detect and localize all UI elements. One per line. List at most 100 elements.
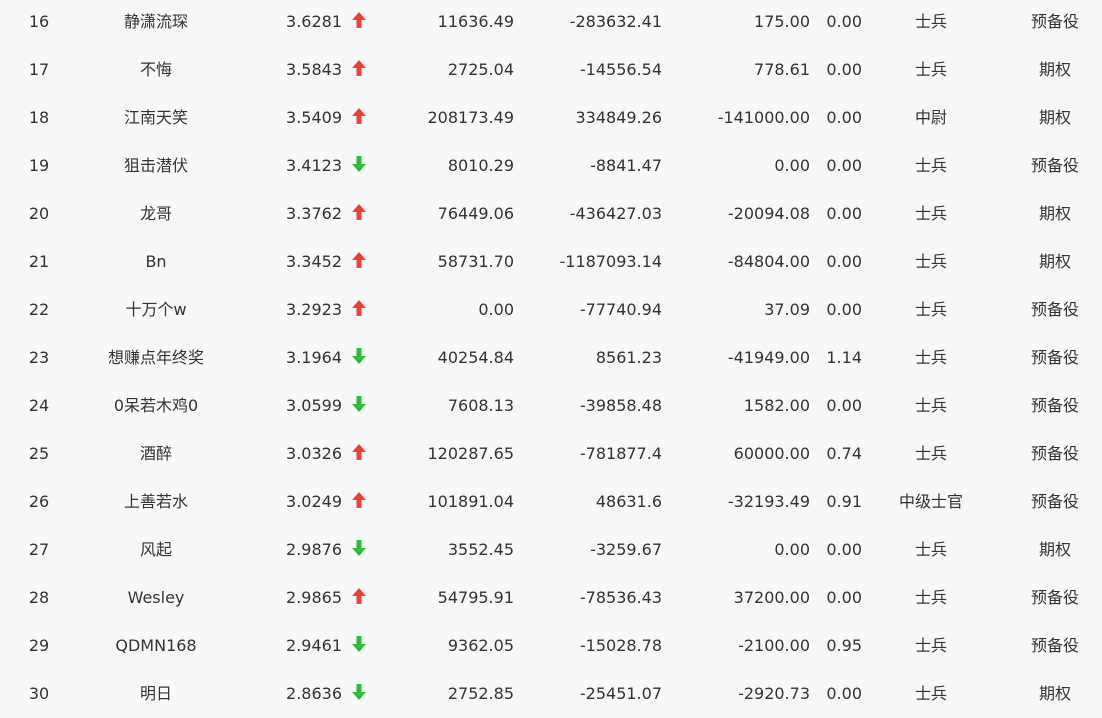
value-1-cell: 208173.49 bbox=[427, 108, 514, 127]
account-type-cell: 期权 bbox=[1038, 252, 1071, 271]
value-2-cell: 8561.23 bbox=[595, 348, 662, 367]
value-4-cell: 0.00 bbox=[826, 396, 862, 415]
arrow-down-icon bbox=[352, 635, 366, 652]
rank-cell: 18 bbox=[28, 108, 50, 127]
trend-cell bbox=[348, 238, 370, 286]
account-type-cell: 预备役 bbox=[1030, 444, 1079, 463]
table-row[interactable]: 21 Bn 3.3452 58731.70 -1187093.14 -84804… bbox=[0, 238, 1102, 286]
table-row[interactable]: 26 上善若水 3.0249 101891.04 48631.6 -32193.… bbox=[0, 478, 1102, 526]
value-2-cell: -39858.48 bbox=[579, 396, 662, 415]
arrow-down-icon bbox=[352, 347, 366, 364]
score-cell: 3.5409 bbox=[286, 108, 342, 127]
value-2-cell: -78536.43 bbox=[579, 588, 662, 607]
rank-cell: 23 bbox=[28, 348, 50, 367]
trend-cell bbox=[348, 190, 370, 238]
military-rank-cell: 士兵 bbox=[914, 300, 947, 319]
rank-cell: 26 bbox=[28, 492, 50, 511]
military-rank-cell: 士兵 bbox=[914, 156, 947, 175]
rank-cell: 30 bbox=[28, 684, 50, 703]
value-3-cell: 60000.00 bbox=[733, 444, 810, 463]
arrow-down-icon bbox=[352, 539, 366, 556]
score-cell: 3.5843 bbox=[286, 60, 342, 79]
table-row[interactable]: 23 想赚点年终奖 3.1964 40254.84 8561.23 -41949… bbox=[0, 334, 1102, 382]
account-type-cell: 期权 bbox=[1038, 60, 1071, 79]
account-type-cell: 期权 bbox=[1038, 108, 1071, 127]
table-row[interactable]: 27 风起 2.9876 3552.45 -3259.67 0.00 0.00 … bbox=[0, 526, 1102, 574]
rank-cell: 21 bbox=[28, 252, 50, 271]
arrow-down-icon bbox=[352, 683, 366, 700]
value-2-cell: 48631.6 bbox=[595, 492, 662, 511]
arrow-up-icon bbox=[352, 299, 366, 316]
value-4-cell: 0.00 bbox=[826, 204, 862, 223]
rank-cell: 16 bbox=[28, 12, 50, 31]
trader-name-cell: 静潇流琛 bbox=[123, 12, 188, 31]
value-4-cell: 0.00 bbox=[826, 156, 862, 175]
rank-cell: 28 bbox=[28, 588, 50, 607]
trend-cell bbox=[348, 94, 370, 142]
trader-name-cell: 上善若水 bbox=[123, 492, 188, 511]
score-cell: 2.9865 bbox=[286, 588, 342, 607]
value-1-cell: 11636.49 bbox=[437, 12, 514, 31]
military-rank-cell: 中级士官 bbox=[898, 492, 963, 511]
value-4-cell: 0.00 bbox=[826, 300, 862, 319]
military-rank-cell: 士兵 bbox=[914, 204, 947, 223]
table-row[interactable]: 22 十万个w 3.2923 0.00 -77740.94 37.09 0.00… bbox=[0, 286, 1102, 334]
value-3-cell: -32193.49 bbox=[727, 492, 810, 511]
value-2-cell: -781877.4 bbox=[579, 444, 662, 463]
table-row[interactable]: 30 明日 2.8636 2752.85 -25451.07 -2920.73 … bbox=[0, 670, 1102, 718]
ranking-table: 16 静潇流琛 3.6281 11636.49 -283632.41 175.0… bbox=[0, 0, 1102, 710]
value-3-cell: -20094.08 bbox=[727, 204, 810, 223]
table-row[interactable]: 19 狙击潜伏 3.4123 8010.29 -8841.47 0.00 0.0… bbox=[0, 142, 1102, 190]
value-3-cell: -2100.00 bbox=[738, 636, 810, 655]
score-cell: 3.0249 bbox=[286, 492, 342, 511]
trader-name-cell: 不悔 bbox=[139, 60, 172, 79]
value-1-cell: 8010.29 bbox=[447, 156, 514, 175]
rank-cell: 19 bbox=[28, 156, 50, 175]
score-cell: 2.8636 bbox=[286, 684, 342, 703]
value-3-cell: -2920.73 bbox=[738, 684, 810, 703]
rank-cell: 25 bbox=[28, 444, 50, 463]
score-cell: 3.0599 bbox=[286, 396, 342, 415]
table-row[interactable]: 29 QDMN168 2.9461 9362.05 -15028.78 -210… bbox=[0, 622, 1102, 670]
value-4-cell: 0.91 bbox=[826, 492, 862, 511]
table-row[interactable]: 28 Wesley 2.9865 54795.91 -78536.43 3720… bbox=[0, 574, 1102, 622]
trader-name-cell: 风起 bbox=[139, 540, 172, 559]
score-cell: 3.0326 bbox=[286, 444, 342, 463]
military-rank-cell: 士兵 bbox=[914, 540, 947, 559]
table-row[interactable]: 16 静潇流琛 3.6281 11636.49 -283632.41 175.0… bbox=[0, 0, 1102, 46]
value-3-cell: 778.61 bbox=[754, 60, 810, 79]
value-3-cell: -41949.00 bbox=[727, 348, 810, 367]
table-row[interactable]: 17 不悔 3.5843 2725.04 -14556.54 778.61 0.… bbox=[0, 46, 1102, 94]
trend-cell bbox=[348, 0, 370, 46]
table-row[interactable]: 20 龙哥 3.3762 76449.06 -436427.03 -20094.… bbox=[0, 190, 1102, 238]
table-row[interactable]: 18 江南天笑 3.5409 208173.49 334849.26 -1410… bbox=[0, 94, 1102, 142]
trend-cell bbox=[348, 478, 370, 526]
arrow-up-icon bbox=[352, 11, 366, 28]
account-type-cell: 期权 bbox=[1038, 204, 1071, 223]
table-row[interactable]: 25 酒醉 3.0326 120287.65 -781877.4 60000.0… bbox=[0, 430, 1102, 478]
trader-name-cell: 想赚点年终奖 bbox=[107, 348, 204, 367]
value-3-cell: -84804.00 bbox=[727, 252, 810, 271]
military-rank-cell: 士兵 bbox=[914, 588, 947, 607]
score-cell: 3.3452 bbox=[286, 252, 342, 271]
military-rank-cell: 士兵 bbox=[914, 636, 947, 655]
value-2-cell: -15028.78 bbox=[579, 636, 662, 655]
rank-cell: 20 bbox=[28, 204, 50, 223]
account-type-cell: 预备役 bbox=[1030, 588, 1079, 607]
arrow-up-icon bbox=[352, 491, 366, 508]
arrow-up-icon bbox=[352, 59, 366, 76]
score-cell: 3.4123 bbox=[286, 156, 342, 175]
value-4-cell: 0.00 bbox=[826, 588, 862, 607]
account-type-cell: 预备役 bbox=[1030, 636, 1079, 655]
value-3-cell: 175.00 bbox=[754, 12, 810, 31]
trend-cell bbox=[348, 286, 370, 334]
value-2-cell: -14556.54 bbox=[579, 60, 662, 79]
value-3-cell: -141000.00 bbox=[717, 108, 810, 127]
account-type-cell: 预备役 bbox=[1030, 348, 1079, 367]
value-2-cell: -1187093.14 bbox=[559, 252, 662, 271]
rank-cell: 17 bbox=[28, 60, 50, 79]
account-type-cell: 预备役 bbox=[1030, 156, 1079, 175]
arrow-up-icon bbox=[352, 107, 366, 124]
value-1-cell: 0.00 bbox=[478, 300, 514, 319]
table-row[interactable]: 24 0呆若木鸡0 3.0599 7608.13 -39858.48 1582.… bbox=[0, 382, 1102, 430]
